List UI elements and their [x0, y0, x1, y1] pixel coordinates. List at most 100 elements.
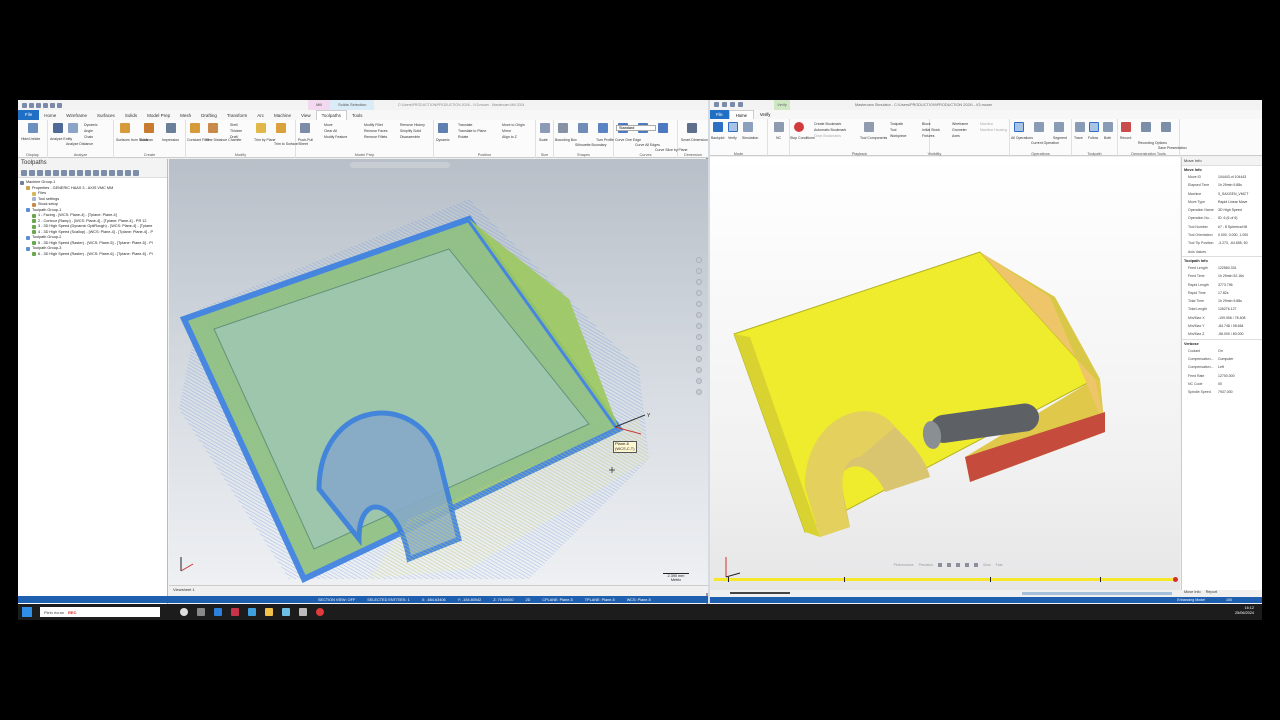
all-operations-icon[interactable] — [1014, 122, 1024, 132]
translate-to-plane-label[interactable]: Translate to Plane — [458, 129, 486, 133]
status-2d[interactable]: 2D — [525, 598, 530, 602]
view-tool-3-icon[interactable] — [696, 279, 702, 285]
view-tool-4-icon[interactable] — [696, 290, 702, 296]
print-icon[interactable] — [43, 102, 48, 108]
scale-icon[interactable] — [540, 123, 550, 133]
remove-faces-label[interactable]: Remove Faces — [364, 129, 388, 133]
toggle-display-icon[interactable] — [109, 170, 115, 176]
automatic-bookmark-label[interactable]: Automatic Bookmark — [814, 128, 846, 132]
remove-history-label[interactable]: Remove History — [400, 123, 425, 127]
angle-label[interactable]: Angle — [84, 129, 93, 133]
post-icon[interactable] — [77, 170, 83, 176]
open-icon[interactable] — [722, 102, 727, 107]
rec-label[interactable]: REC — [68, 610, 76, 615]
view-tool-11-icon[interactable] — [696, 367, 702, 373]
tab-move-info[interactable]: Move Info — [1184, 590, 1201, 596]
mirror-label[interactable]: Mirror — [502, 129, 511, 133]
machine-housing-checkbox[interactable]: Machine Housing — [980, 128, 1007, 132]
smart-dimension-icon[interactable] — [687, 123, 697, 133]
trim-by-plane-icon[interactable] — [256, 123, 266, 133]
windows-start-icon[interactable] — [22, 607, 32, 617]
simulator-app-icon[interactable] — [248, 608, 256, 616]
modify-fillet-label[interactable]: Modify Fillet — [364, 123, 383, 127]
tab-machine[interactable]: Machine — [269, 113, 296, 118]
toolpath-info-section[interactable]: Toolpath Info — [1182, 255, 1262, 264]
simulation-icon[interactable] — [743, 122, 753, 132]
silhouette-boundary-icon[interactable] — [578, 123, 588, 133]
clear-bookmarks-label[interactable]: Clear Bookmarks — [814, 134, 841, 138]
store-icon[interactable] — [282, 608, 290, 616]
backplot-icon[interactable] — [713, 122, 723, 132]
verbose-section[interactable]: Verbose — [1182, 338, 1262, 347]
mastercam-app-icon[interactable] — [231, 608, 239, 616]
viewsheet-tab[interactable]: Viewsheet 1 — [173, 587, 195, 592]
tab-wireframe[interactable]: Wireframe — [61, 113, 92, 118]
trim-to-surface-icon[interactable] — [276, 123, 286, 133]
verify-icon[interactable] — [61, 170, 67, 176]
step-forward-icon[interactable] — [965, 563, 970, 567]
tab-tools[interactable]: Tools — [347, 113, 368, 118]
open-icon[interactable] — [29, 102, 34, 108]
edge-icon[interactable] — [214, 608, 222, 616]
simplify-solid-label[interactable]: Simplify Solid — [400, 129, 421, 133]
skip-end-icon[interactable] — [974, 563, 979, 567]
tab-solids[interactable]: Solids — [120, 113, 142, 118]
view-tool-8-icon[interactable] — [696, 334, 702, 340]
play-icon[interactable] — [956, 563, 961, 567]
block-checkbox[interactable]: Block — [922, 122, 931, 126]
tool-checkbox[interactable]: Tool — [890, 128, 896, 132]
shell-label[interactable]: Shell — [230, 123, 238, 127]
backplot-icon[interactable] — [53, 170, 59, 176]
analyze-entity-icon[interactable] — [53, 123, 63, 133]
regenerate-icon[interactable] — [37, 170, 43, 176]
app-icon[interactable] — [299, 608, 307, 616]
view-tool-2-icon[interactable] — [696, 268, 702, 274]
trace-icon[interactable] — [1075, 122, 1085, 132]
select-dirty-icon[interactable] — [29, 170, 35, 176]
context-tab-mill[interactable]: Mill — [308, 100, 330, 110]
view-tool-12-icon[interactable] — [696, 378, 702, 384]
undo-icon[interactable] — [50, 102, 55, 108]
align-to-z-label[interactable]: Align to Z — [502, 135, 517, 139]
chamfer-icon[interactable] — [208, 123, 218, 133]
view-tool-1-icon[interactable] — [696, 257, 702, 263]
recording-options-icon[interactable] — [1141, 122, 1151, 132]
view-tool-5-icon[interactable] — [696, 301, 702, 307]
wireframe-checkbox[interactable]: Wireframe — [952, 122, 968, 126]
tab-report[interactable]: Report — [1206, 590, 1217, 596]
view-tool-7-icon[interactable] — [696, 323, 702, 329]
bounding-box-icon[interactable] — [558, 123, 568, 133]
move-info-section[interactable]: Move Info — [1182, 165, 1262, 173]
fixtures-checkbox[interactable]: Fixtures — [922, 134, 934, 138]
tab-transform[interactable]: Transform — [222, 113, 252, 118]
axes-checkbox[interactable]: Axes — [952, 134, 960, 138]
taskbar-recorder[interactable]: Plein écran REC — [40, 607, 160, 617]
auto-cursor-bar[interactable] — [350, 162, 450, 168]
tree-item[interactable]: 6 - 3D High Speed (Raster) - [WCS: Plane… — [20, 252, 165, 258]
verify-context-tab[interactable]: Verify — [774, 100, 790, 110]
impression-icon[interactable] — [166, 123, 176, 133]
task-view-icon[interactable] — [197, 608, 205, 616]
toggle-post-icon[interactable] — [117, 170, 123, 176]
follow-icon[interactable] — [1089, 122, 1099, 132]
tab-mesh[interactable]: Mesh — [175, 113, 196, 118]
view-tool-6-icon[interactable] — [696, 312, 702, 318]
simulation-progress-bar[interactable] — [714, 577, 1178, 582]
move-down-icon[interactable] — [125, 170, 131, 176]
curve-slice-icon[interactable] — [658, 123, 668, 133]
view-tool-10-icon[interactable] — [696, 356, 702, 362]
simulator-viewport[interactable]: Performance Precision Slow Fast — [710, 157, 1180, 590]
toolpath-checkbox[interactable]: Toolpath — [890, 122, 903, 126]
nc-icon[interactable] — [774, 122, 784, 132]
regenerate-dirty-icon[interactable] — [45, 170, 51, 176]
move-to-origin-label[interactable]: Move to Origin — [502, 123, 525, 127]
constant-fillet-icon[interactable] — [190, 123, 200, 133]
simulator-scrollbar[interactable] — [710, 590, 1180, 596]
tab-drafting[interactable]: Drafting — [196, 113, 222, 118]
clear-all-label[interactable]: Clear All — [324, 129, 337, 133]
redo-icon[interactable] — [57, 102, 62, 108]
context-tab-solids-selection[interactable]: Solids Selection — [330, 100, 375, 110]
translate-label[interactable]: Translate — [458, 123, 472, 127]
save-presentation-icon[interactable] — [1161, 122, 1171, 132]
search-icon[interactable] — [180, 608, 188, 616]
